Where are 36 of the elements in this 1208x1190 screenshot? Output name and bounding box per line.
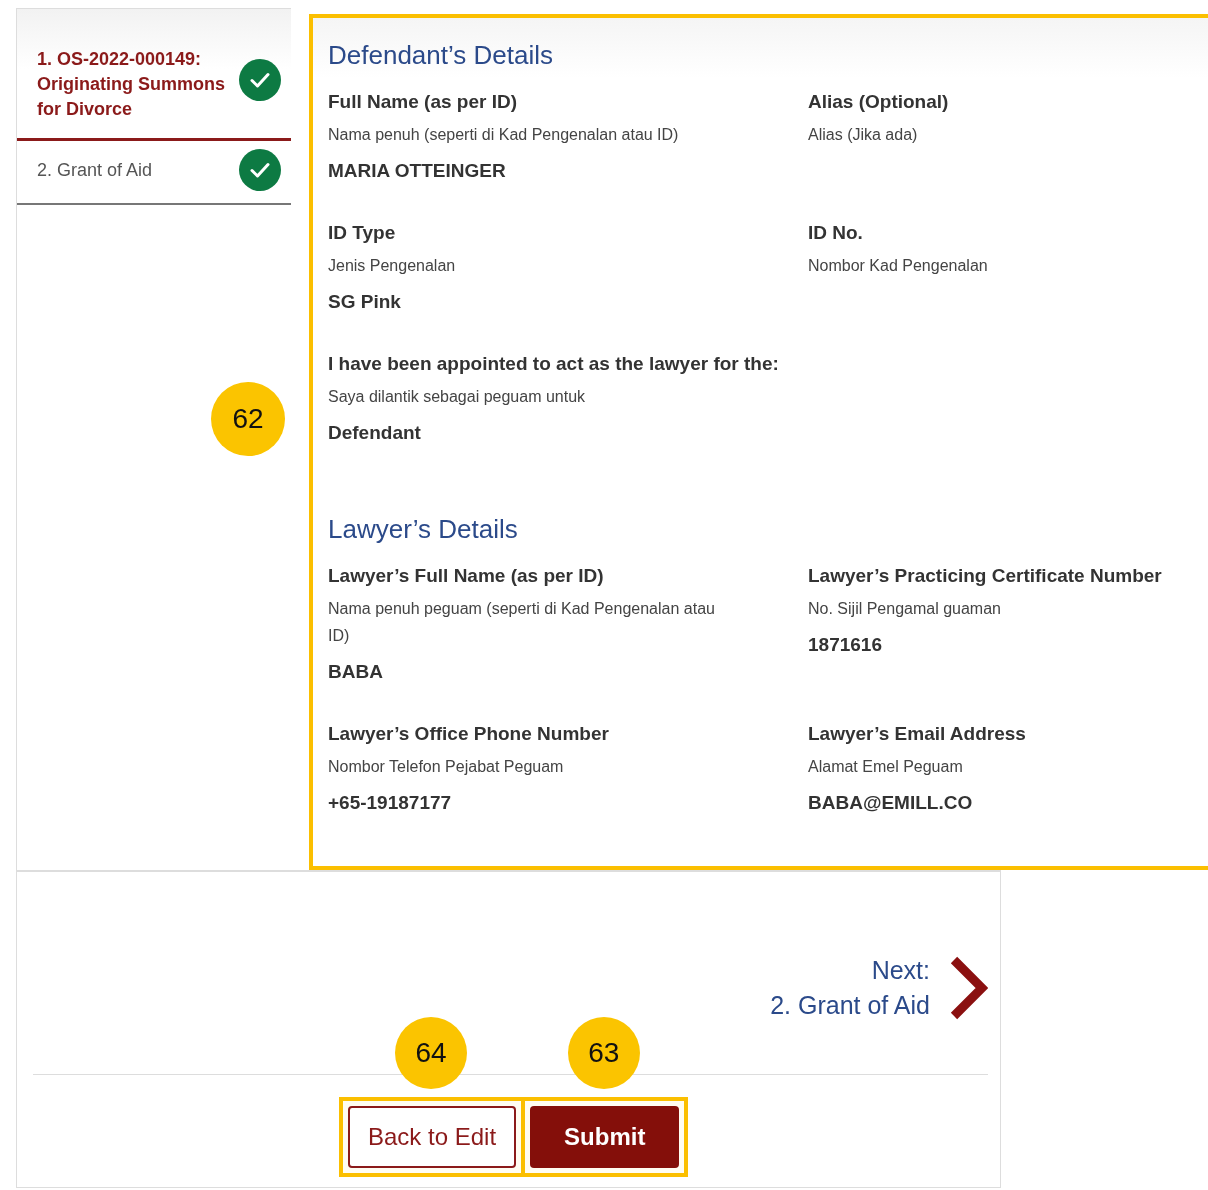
field-translation: Alamat Emel Peguam [808,757,964,777]
field-translation: Jenis Pengenalan [328,256,457,276]
field-translation: Nombor Kad Pengenalan [808,256,989,276]
step-item[interactable]: 2. Grant of Aid [37,157,153,183]
next-link[interactable]: 2. Grant of Aid [770,991,930,1020]
field-label: Lawyer’s Email Address [808,723,1027,745]
callout-badge: 64 [395,1017,468,1089]
field-value: MARIA OTTEINGER [328,160,507,182]
field-value: BABA@EMILL.CO [808,792,974,814]
field-translation: Nama penuh (seperti di Kad Pengenalan atau ID) [328,125,680,145]
chevron-right-icon[interactable] [948,956,988,1020]
field-label: Lawyer’s Office Phone Number [328,723,610,745]
field-value: BABA [328,661,384,683]
field-translation: No. Sijil Pengamal guaman [808,599,1002,619]
field-label: ID Type [328,222,397,244]
field-translation: Alias (Jika ada) [808,125,919,145]
submit-button[interactable]: Submit [530,1106,680,1168]
field-value: 1871616 [808,634,883,656]
next-caption: Next: [871,956,930,985]
field-value: SG Pink [328,291,402,313]
field-value: Defendant [328,422,422,444]
field-label: Full Name (as per ID) [328,91,518,113]
field-label: Lawyer’s Full Name (as per ID) [328,565,605,587]
callout-badge: 63 [567,1017,640,1089]
back-button[interactable]: Back to Edit [348,1106,517,1168]
section-title: Lawyer’s Details [328,514,519,545]
field-translation: Nama penuh peguam (seperti di Kad Pengenalan atau ID) [328,599,716,646]
section-title: Defendant’s Details [328,40,554,71]
step-item[interactable]: 1. OS-2022-000149: Originating Summons for Divorce [37,47,227,122]
field-value: +65-19187177 [328,792,453,814]
field-translation: Nombor Telefon Pejabat Peguam [328,757,565,777]
field-label: I have been appointed to act as the lawyer for the: [328,353,780,375]
field-translation: Saya dilantik sebagai peguam untuk [328,387,587,407]
field-label: ID No. [808,222,864,244]
field-label: Alias (Optional) [808,91,950,113]
field-label: Lawyer’s Practicing Certificate Number [808,565,1163,587]
